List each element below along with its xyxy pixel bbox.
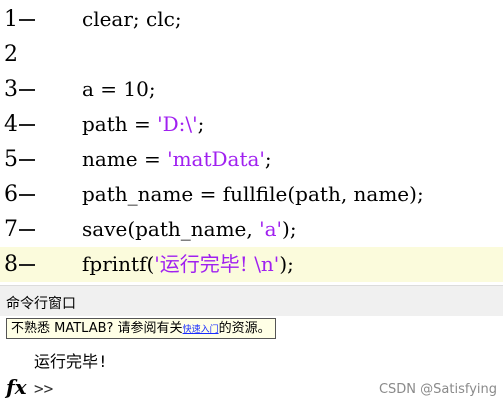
info-bar-suffix: 的资源。 [218, 321, 271, 336]
code-token: ); [282, 217, 297, 241]
getting-started-link[interactable]: 快速入门 [183, 325, 219, 335]
breakpoint-marker[interactable] [19, 229, 35, 231]
code-line[interactable]: 5 name = 'matData'; [0, 142, 503, 177]
function-browser-icon[interactable]: fx [6, 375, 27, 399]
code-line[interactable]: 3 a = 10; [0, 72, 503, 107]
info-bar-text: 不熟悉 MATLAB? 请参阅有关 [11, 321, 183, 336]
string-literal: 'matData' [167, 147, 265, 171]
code-token: ); [279, 252, 294, 276]
command-input[interactable] [58, 378, 348, 400]
code-token: fprintf( [82, 252, 155, 276]
code-token: clear; clc; [82, 7, 182, 31]
breakpoint-marker[interactable] [19, 124, 35, 126]
breakpoint-marker[interactable] [19, 89, 35, 91]
code-text: a = 10; [82, 72, 156, 107]
code-text: fprintf('运行完毕! \n'); [82, 247, 294, 282]
code-line[interactable]: 6 path_name = fullfile(path, name); [0, 177, 503, 212]
getting-started-info-bar: 不熟悉 MATLAB? 请参阅有关快速入门的资源。 [6, 318, 276, 339]
code-line[interactable]: 8 fprintf('运行完毕! \n'); [0, 247, 503, 282]
line-number: 1 [4, 7, 18, 32]
line-number: 2 [4, 42, 18, 67]
line-number: 7 [4, 217, 18, 242]
string-literal: 'D:\' [157, 112, 198, 136]
line-number: 5 [4, 147, 18, 172]
code-editor[interactable]: 1 clear; clc; 2 3 a = 10; 4 path = 'D:\'; 5 name… [0, 0, 503, 285]
command-output: 运行完毕! [34, 352, 108, 371]
breakpoint-marker[interactable] [19, 19, 35, 21]
code-line[interactable]: 4 path = 'D:\'; [0, 107, 503, 142]
code-text: path = 'D:\'; [82, 107, 204, 142]
code-token: a = 10; [82, 77, 156, 101]
code-line[interactable]: 7 save(path_name, 'a'); [0, 212, 503, 247]
string-literal: 'a' [259, 217, 283, 241]
line-number: 4 [4, 112, 18, 137]
breakpoint-marker[interactable] [19, 159, 35, 161]
code-token: name = [82, 147, 168, 171]
watermark: CSDN @Satisfying [378, 382, 497, 397]
code-line[interactable]: 1 clear; clc; [0, 2, 503, 37]
string-literal: '运行完毕! \n' [154, 252, 280, 276]
code-text: clear; clc; [82, 2, 182, 37]
command-window-titlebar: 命令行窗口 [0, 285, 503, 316]
code-token: save(path_name, [82, 217, 260, 241]
code-text: save(path_name, 'a'); [82, 212, 297, 247]
code-token: ; [264, 147, 272, 171]
breakpoint-marker[interactable] [19, 194, 35, 196]
code-text: name = 'matData'; [82, 142, 272, 177]
command-window-title: 命令行窗口 [6, 296, 76, 312]
code-token: path_name = fullfile(path, name); [82, 182, 424, 206]
line-number: 8 [4, 252, 18, 277]
code-line[interactable]: 2 [0, 37, 503, 72]
code-text: path_name = fullfile(path, name); [82, 177, 424, 212]
code-token: ; [197, 112, 205, 136]
breakpoint-marker[interactable] [19, 264, 35, 266]
line-number: 3 [4, 77, 18, 102]
line-number: 6 [4, 182, 18, 207]
code-token: path = [82, 112, 158, 136]
command-prompt: >> [34, 379, 54, 398]
